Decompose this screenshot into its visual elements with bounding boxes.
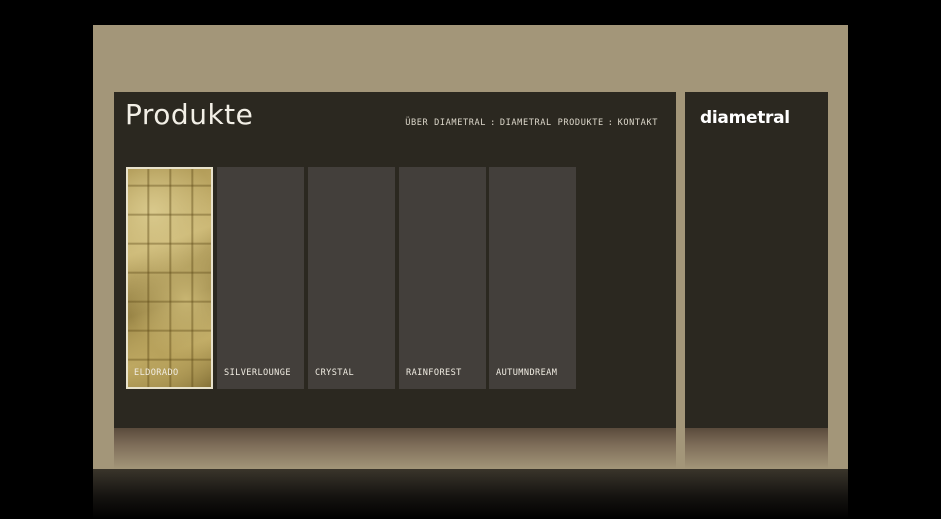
- product-tile-label: RAINFOREST: [406, 368, 462, 378]
- product-tile-crystal[interactable]: CRYSTAL: [308, 167, 395, 389]
- product-tile-eldorado[interactable]: ELDORADO: [126, 167, 213, 389]
- top-navigation: ÜBER DIAMETRAL: DIAMETRAL PRODUKTE: KONTAK…: [405, 118, 658, 128]
- nav-link-diametral-produkte[interactable]: DIAMETRAL PRODUKTE: [500, 118, 604, 128]
- main-panel: Produkte ÜBER DIAMETRAL: DIAMETRAL PRODUK…: [114, 92, 676, 428]
- product-tile-autumndream[interactable]: AUTUMNDREAM: [489, 167, 576, 389]
- product-tile-label: AUTUMNDREAM: [496, 368, 558, 378]
- stage-floor-reflection: [93, 469, 848, 519]
- page-title: Produkte: [125, 98, 254, 131]
- product-tile-rainforest[interactable]: RAINFOREST: [399, 167, 486, 389]
- nav-link-kontakt[interactable]: KONTAKT: [618, 118, 658, 128]
- side-panel: diametral: [685, 92, 828, 428]
- main-panel-reflection: [114, 428, 676, 469]
- product-tile-label: SILVERLOUNGE: [224, 368, 291, 378]
- product-tile-label: ELDORADO: [134, 368, 179, 378]
- diametral-logo[interactable]: diametral: [700, 108, 790, 128]
- nav-separator: :: [607, 118, 614, 128]
- product-tile-label: CRYSTAL: [315, 368, 355, 378]
- nav-separator: :: [490, 118, 496, 128]
- nav-link-ueber-diametral[interactable]: ÜBER DIAMETRAL: [405, 118, 486, 128]
- product-tile-silverlounge[interactable]: SILVERLOUNGE: [217, 167, 304, 389]
- side-panel-reflection: [685, 428, 828, 469]
- stage-frame: Produkte ÜBER DIAMETRAL: DIAMETRAL PRODUK…: [93, 25, 848, 469]
